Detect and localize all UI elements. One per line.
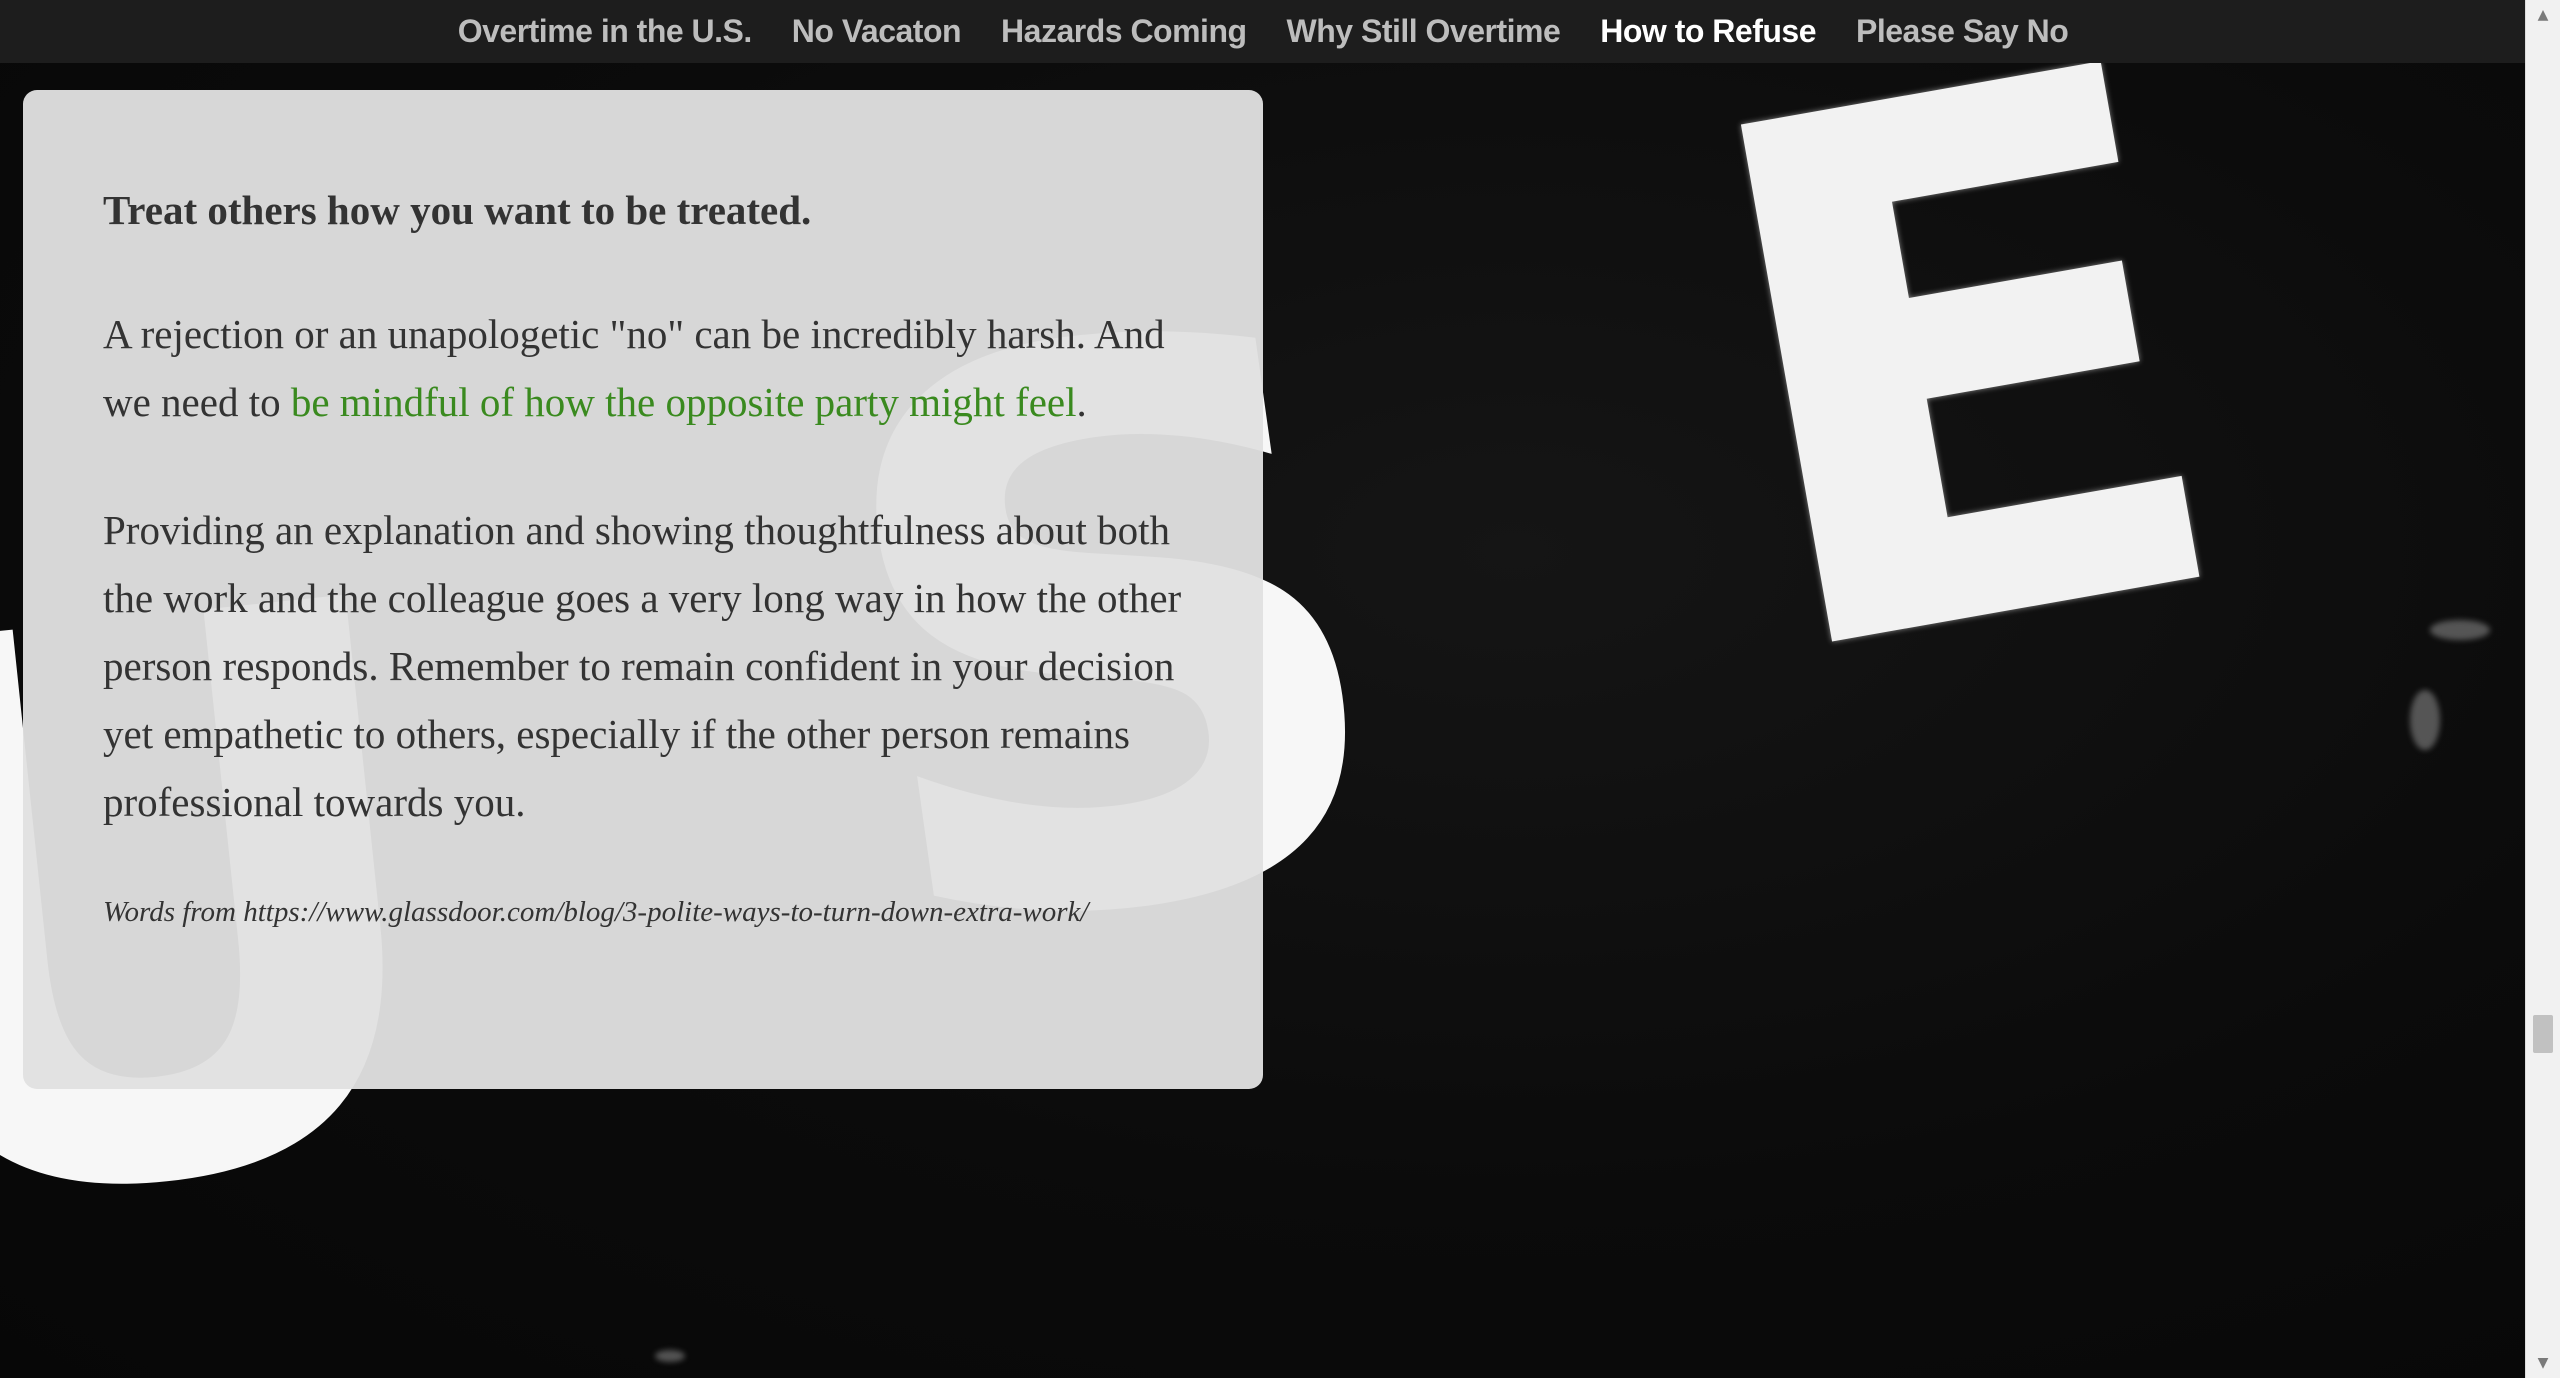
paragraph-1-end: .	[1076, 379, 1087, 426]
card-heading: Treat others how you want to be treated.	[103, 187, 812, 233]
nav-item-how-to-refuse[interactable]: How to Refuse	[1600, 13, 1816, 50]
background-speck	[655, 1350, 685, 1362]
card-paragraph-1: A rejection or an unapologetic "no" can …	[103, 300, 1183, 436]
scroll-up-button[interactable]: ▲	[2526, 0, 2560, 30]
nav-item-no-vacaton[interactable]: No Vacaton	[792, 13, 962, 50]
nav-item-why-still-overtime[interactable]: Why Still Overtime	[1287, 13, 1561, 50]
scroll-down-button[interactable]: ▼	[2526, 1348, 2560, 1378]
triangle-up-icon: ▲	[2537, 7, 2549, 23]
mindful-link[interactable]: be mindful of how the opposite party mig…	[291, 379, 1077, 425]
background-speck	[2410, 690, 2440, 750]
nav-item-overtime-in-the-us[interactable]: Overtime in the U.S.	[458, 13, 753, 50]
source-credit: Words from https://www.glassdoor.com/blo…	[103, 896, 1089, 929]
scroll-thumb[interactable]	[2533, 1015, 2553, 1053]
vertical-scrollbar[interactable]: ▲ ▼	[2525, 0, 2560, 1378]
card-paragraph-2: Providing an explanation and showing tho…	[103, 507, 1182, 826]
background-speck	[2430, 620, 2490, 640]
nav-item-hazards-coming[interactable]: Hazards Coming	[1001, 13, 1247, 50]
nav-item-please-say-no[interactable]: Please Say No	[1856, 13, 2069, 50]
background-letter-e: E	[1650, 0, 2281, 821]
triangle-down-icon: ▼	[2537, 1355, 2549, 1371]
content-card: Treat others how you want to be treated.…	[23, 90, 1263, 1089]
top-navigation: Overtime in the U.S. No Vacaton Hazards …	[0, 0, 2526, 63]
